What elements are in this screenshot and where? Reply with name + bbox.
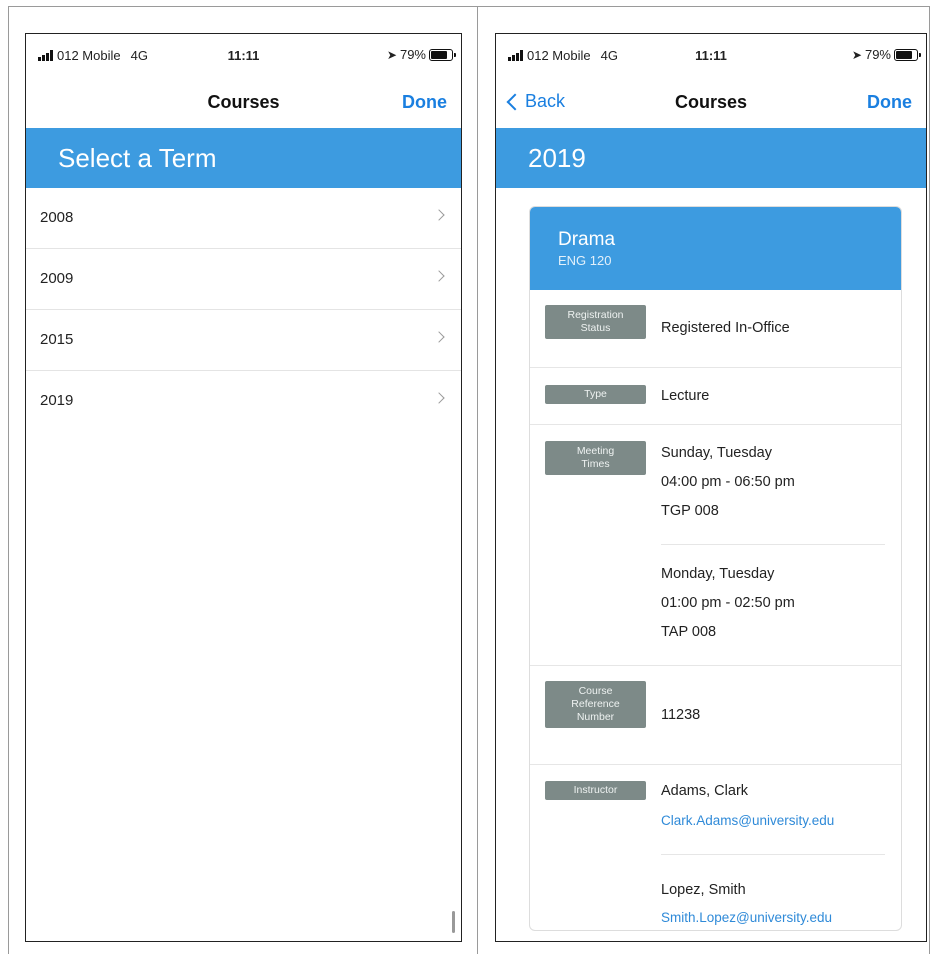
done-button[interactable]: Done bbox=[867, 92, 912, 113]
instructor-name: Adams, Clark bbox=[661, 783, 749, 799]
meeting-times-tag: Meeting Times bbox=[545, 441, 646, 475]
course-name: Drama bbox=[558, 229, 616, 250]
select-term-banner: Select a Term bbox=[26, 128, 461, 188]
meeting-days: Monday, Tuesday bbox=[661, 566, 775, 582]
battery-percent: 79% bbox=[399, 47, 426, 62]
type-value: Lecture bbox=[661, 388, 710, 404]
location-arrow-icon: ➤ bbox=[851, 47, 862, 62]
instructor-entry: Lopez, Smith Smith.Lopez@university.edu bbox=[661, 878, 832, 930]
battery-icon bbox=[894, 48, 921, 61]
registration-status-value: Registered In-Office bbox=[661, 320, 790, 336]
type-tag: Type bbox=[545, 385, 646, 404]
status-bar: 012 Mobile 4G 11:11 ➤ 79% bbox=[26, 34, 461, 80]
term-label: 2015 bbox=[40, 331, 74, 348]
done-button[interactable]: Done bbox=[402, 92, 447, 113]
term-banner: 2019 bbox=[496, 128, 926, 188]
instructor-entry: Adams, Clark Clark.Adams@university.edu bbox=[661, 779, 834, 833]
registration-status-row: Registration Status Registered In-Office bbox=[530, 290, 901, 368]
right-phone-screen: 012 Mobile 4G 11:11 ➤ 79% Back Courses D… bbox=[495, 33, 927, 942]
nav-bar: Courses Done bbox=[26, 80, 461, 128]
frame-right-line bbox=[929, 6, 930, 954]
status-bar: 012 Mobile 4G 11:11 ➤ 79% bbox=[496, 34, 926, 80]
meeting-time: 04:00 pm - 06:50 pm bbox=[661, 474, 795, 490]
scrollbar[interactable] bbox=[452, 911, 455, 933]
term-label: 2019 bbox=[40, 392, 74, 409]
chevron-right-icon bbox=[433, 270, 445, 282]
crn-tag: Course Reference Number bbox=[545, 681, 646, 728]
term-item-2009[interactable]: 2009 bbox=[26, 249, 461, 310]
frame-left-line bbox=[8, 6, 9, 954]
divider bbox=[661, 854, 885, 855]
chevron-right-icon bbox=[433, 331, 445, 343]
course-code: ENG 120 bbox=[558, 253, 612, 268]
term-label: 2008 bbox=[40, 209, 74, 226]
crn-row: Course Reference Number 11238 bbox=[530, 666, 901, 765]
instructor-name: Lopez, Smith bbox=[661, 882, 746, 898]
type-row: Type Lecture bbox=[530, 368, 901, 425]
course-card: Drama ENG 120 Registration Status Regist… bbox=[529, 206, 902, 931]
page-title: Courses bbox=[207, 92, 280, 112]
battery-icon bbox=[429, 48, 456, 61]
chevron-right-icon bbox=[433, 209, 445, 221]
term-item-2019[interactable]: 2019 bbox=[26, 371, 461, 431]
meeting-room: TAP 008 bbox=[661, 624, 717, 640]
course-header: Drama ENG 120 bbox=[530, 207, 901, 290]
page-title: Courses bbox=[674, 92, 748, 112]
left-phone-screen: 012 Mobile 4G 11:11 ➤ 79% Courses Done S… bbox=[25, 33, 462, 942]
instructor-email-link[interactable]: Smith.Lopez@university.edu bbox=[661, 906, 832, 930]
meeting-time: 01:00 pm - 02:50 pm bbox=[661, 595, 795, 611]
frame-top-line bbox=[8, 6, 930, 7]
term-item-2015[interactable]: 2015 bbox=[26, 310, 461, 371]
instructor-tag: Instructor bbox=[545, 781, 646, 800]
instructor-row: Instructor Adams, Clark Clark.Adams@univ… bbox=[530, 765, 901, 930]
instructor-email-link[interactable]: Clark.Adams@university.edu bbox=[661, 809, 834, 833]
meeting-time-entry: Monday, Tuesday 01:00 pm - 02:50 pm TAP … bbox=[661, 562, 795, 644]
meeting-room: TGP 008 bbox=[661, 503, 719, 519]
frame-divider-line bbox=[477, 6, 478, 954]
term-list: 2008 2009 2015 2019 bbox=[26, 188, 461, 431]
meeting-days: Sunday, Tuesday bbox=[661, 445, 772, 461]
meeting-times-row: Meeting Times Sunday, Tuesday 04:00 pm -… bbox=[530, 425, 901, 666]
term-item-2008[interactable]: 2008 bbox=[26, 188, 461, 249]
battery-percent: 79% bbox=[864, 47, 891, 62]
chevron-right-icon bbox=[433, 392, 445, 404]
registration-status-tag: Registration Status bbox=[545, 305, 646, 339]
divider bbox=[661, 544, 885, 545]
location-arrow-icon: ➤ bbox=[386, 47, 397, 62]
crn-value: 11238 bbox=[661, 707, 701, 723]
nav-bar: Back Courses Done bbox=[496, 80, 926, 128]
meeting-time-entry: Sunday, Tuesday 04:00 pm - 06:50 pm TGP … bbox=[661, 441, 795, 523]
term-label: 2009 bbox=[40, 270, 74, 287]
